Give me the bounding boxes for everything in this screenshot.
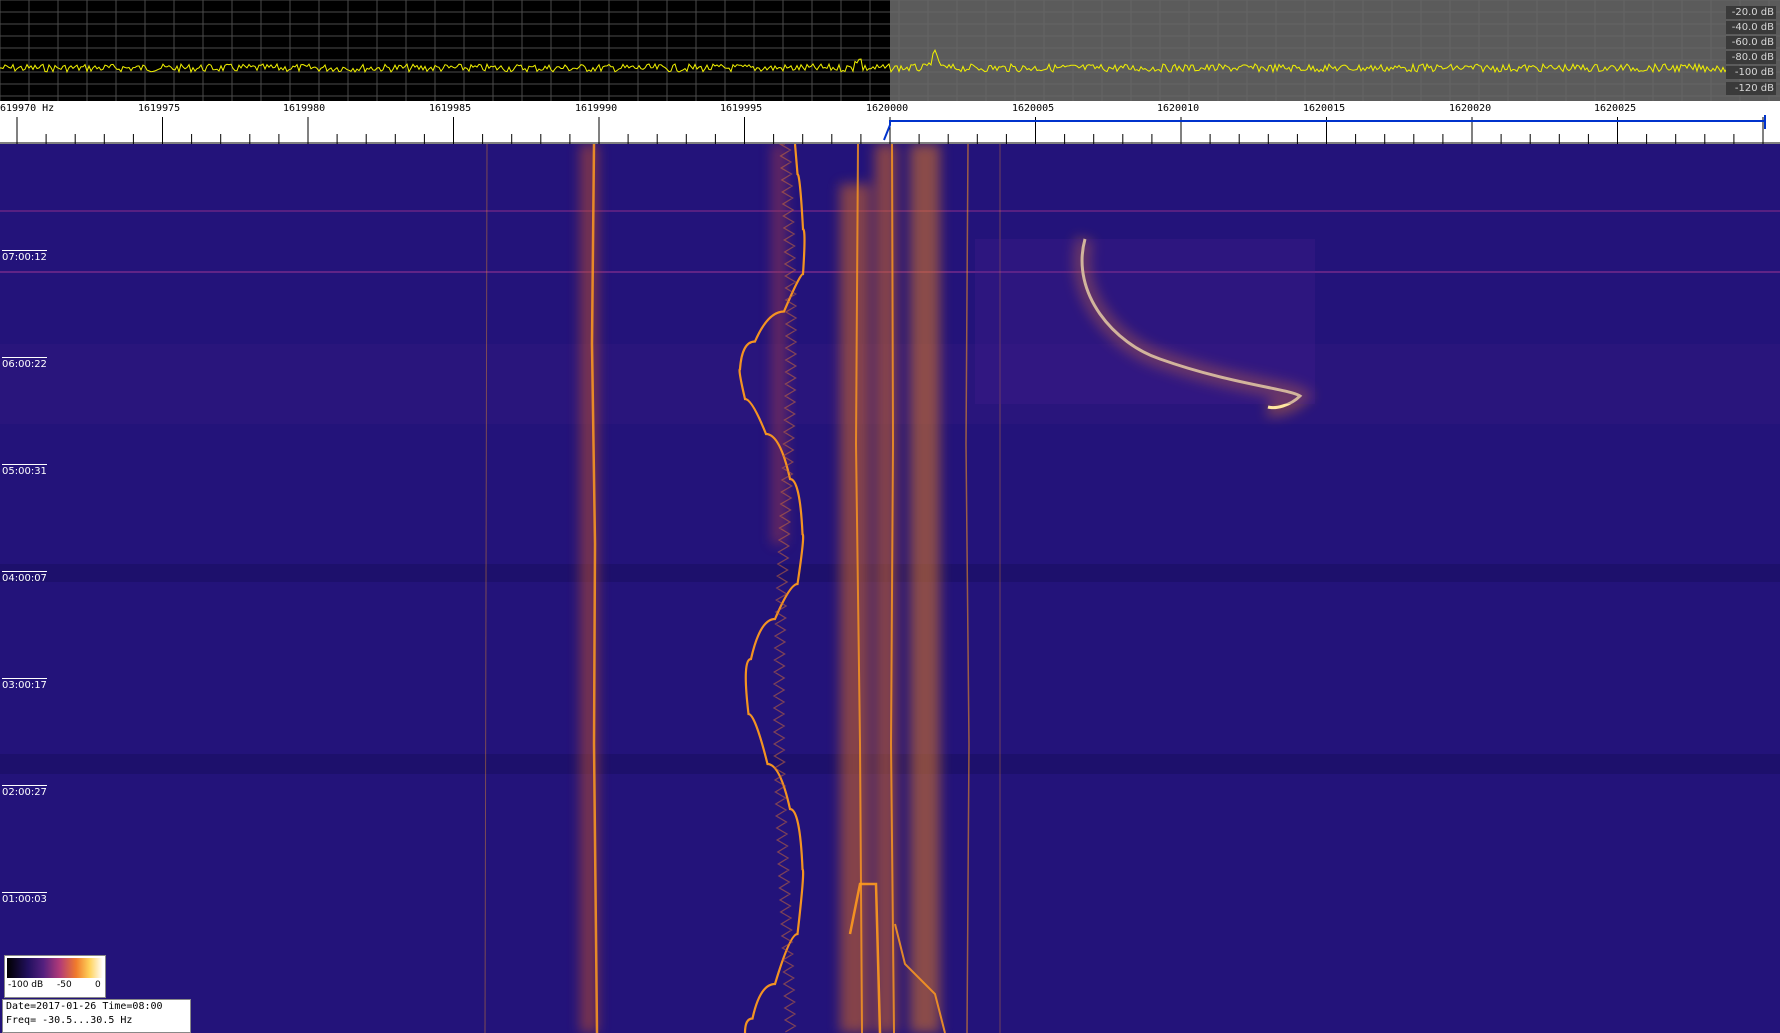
waterfall-display[interactable]: 07:00:12 06:00:22 05:00:31 04:00:07 03:0… [0, 144, 1780, 1033]
chirp-region-haze [975, 239, 1315, 404]
legend-tick-max: 0 [95, 980, 101, 990]
freq-label-1: 619970 Hz [0, 103, 55, 114]
time-label-5: 03:00:17 [2, 678, 47, 691]
spectrum-plot [0, 0, 1780, 101]
freq-label-2: 1619975 [138, 103, 181, 114]
info-date-time: Date=2017-01-26 Time=08:00 [6, 1001, 163, 1012]
color-legend: -100 dB -50 0 [4, 955, 106, 998]
db-label-4: -80.0 dB [1726, 51, 1776, 64]
db-label-1: -20.0 dB [1726, 6, 1776, 19]
freq-label-11: 1620020 [1449, 103, 1492, 114]
time-label-4: 04:00:07 [2, 571, 47, 584]
time-label-1: 07:00:12 [2, 250, 47, 263]
freq-label-7: 1620000 [866, 103, 909, 114]
freq-label-9: 1620010 [1157, 103, 1200, 114]
freq-label-6: 1619995 [720, 103, 763, 114]
freq-label-5: 1619990 [575, 103, 618, 114]
db-label-6: -120 dB [1726, 82, 1776, 95]
frequency-scale[interactable]: 619970 Hz 1619975 1619980 1619985 161999… [0, 101, 1780, 144]
time-label-7: 01:00:03 [2, 892, 47, 905]
freq-label-3: 1619980 [283, 103, 326, 114]
waterfall-canvas [0, 144, 1780, 1033]
db-label-3: -60.0 dB [1726, 36, 1776, 49]
info-freq-range: Freq= -30.5...30.5 Hz [6, 1015, 133, 1026]
spectrum-trace [0, 49, 1730, 74]
spectrum-grid [0, 0, 1780, 101]
legend-tick-mid: -50 [57, 980, 72, 990]
freq-label-10: 1620015 [1303, 103, 1346, 114]
info-box: Date=2017-01-26 Time=08:00 Freq= -30.5..… [2, 999, 191, 1033]
time-label-6: 02:00:27 [2, 785, 47, 798]
passband-marker [883, 115, 1766, 141]
time-label-2: 06:00:22 [2, 357, 47, 370]
freq-label-12: 1620025 [1594, 103, 1637, 114]
freq-label-4: 1619985 [429, 103, 472, 114]
freq-label-8: 1620005 [1012, 103, 1055, 114]
legend-tick-min: -100 dB [8, 980, 44, 990]
db-label-2: -40.0 dB [1726, 21, 1776, 34]
color-gradient-bar [7, 958, 103, 978]
time-label-3: 05:00:31 [2, 464, 47, 477]
db-label-5: -100 dB [1726, 66, 1776, 79]
spectrum-panel[interactable]: -20.0 dB -40.0 dB -60.0 dB -80.0 dB -100… [0, 0, 1780, 101]
